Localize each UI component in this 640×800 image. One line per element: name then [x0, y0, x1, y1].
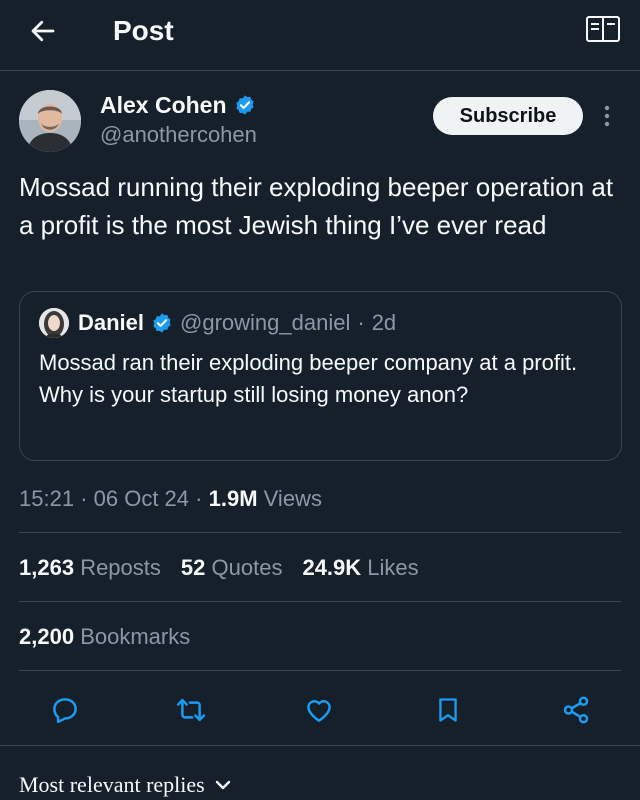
- quotes-label: Quotes: [211, 555, 283, 580]
- separator-dot: ·: [357, 310, 365, 335]
- chevron-down-icon: [215, 780, 230, 790]
- page-title: Post: [113, 15, 174, 46]
- reposts-stat[interactable]: 1,263 Reposts: [19, 553, 161, 583]
- author-name-text: Alex Cohen: [100, 92, 227, 118]
- quoted-post[interactable]: Daniel @growing_daniel · 2d Mossad ran t…: [19, 291, 622, 461]
- reposts-count: 1,263: [19, 555, 75, 580]
- action-bar: [0, 690, 640, 730]
- quoted-avatar-image: [39, 308, 69, 338]
- separator-dot: ·: [195, 486, 209, 511]
- bookmark-icon: [439, 698, 457, 722]
- quoted-author-name: Daniel: [78, 310, 145, 335]
- repost-icon: [176, 698, 206, 722]
- quotes-stat[interactable]: 52 Quotes: [181, 553, 283, 583]
- divider: [19, 670, 621, 671]
- top-bar: Post: [0, 0, 640, 71]
- author-avatar[interactable]: [19, 90, 81, 152]
- replies-sort-label: Most relevant replies: [19, 772, 205, 797]
- author-avatar-image: [19, 90, 81, 152]
- author-handle[interactable]: @anothercohen: [100, 121, 257, 149]
- divider: [19, 601, 621, 602]
- views-label[interactable]: Views: [264, 486, 322, 511]
- bookmarks-label: Bookmarks: [80, 624, 191, 649]
- like-icon: [307, 700, 331, 722]
- arrow-left-icon: [31, 20, 55, 42]
- like-button[interactable]: [299, 690, 339, 730]
- likes-count: 24.9K: [302, 555, 362, 580]
- post-text: Mossad running their exploding beeper op…: [19, 172, 614, 240]
- more-options-button[interactable]: [597, 100, 617, 132]
- back-button[interactable]: [26, 14, 60, 48]
- quoted-verified-badge-icon: [151, 312, 173, 334]
- likes-label: Likes: [367, 555, 419, 580]
- quoted-post-header: Daniel @growing_daniel · 2d: [78, 309, 396, 337]
- views-count[interactable]: 1.9M: [209, 486, 258, 511]
- reader-mode-button[interactable]: [584, 13, 622, 45]
- post-metadata: 15:21 · 06 Oct 24 · 1.9M Views: [19, 484, 322, 514]
- divider: [0, 745, 640, 746]
- quoted-author-avatar: [39, 308, 69, 338]
- repost-button[interactable]: [171, 690, 211, 730]
- verified-badge-icon: [234, 94, 256, 116]
- subscribe-button[interactable]: Subscribe: [433, 97, 583, 135]
- post-date: 06 Oct 24: [93, 486, 190, 511]
- bookmarks-count: 2,200: [19, 624, 75, 649]
- quoted-post-text: Mossad ran their exploding beeper compan…: [39, 350, 578, 407]
- quotes-count: 52: [180, 555, 206, 580]
- author-name[interactable]: Alex Cohen: [100, 91, 256, 119]
- separator-dot: ·: [80, 486, 94, 511]
- quoted-post-age: 2d: [371, 310, 397, 335]
- divider: [19, 532, 621, 533]
- likes-stat[interactable]: 24.9K Likes: [302, 553, 418, 583]
- reply-button[interactable]: [45, 690, 85, 730]
- bookmarks-stat[interactable]: 2,200 Bookmarks: [19, 622, 190, 652]
- reader-mode-icon: [586, 16, 620, 42]
- bookmark-button[interactable]: [428, 690, 468, 730]
- engagement-stats: 1,263 Reposts 52 Quotes 24.9K Likes: [19, 553, 419, 583]
- more-vertical-icon: [604, 105, 610, 127]
- reply-icon: [53, 698, 77, 724]
- quoted-author-handle: @growing_daniel: [180, 310, 351, 335]
- reposts-label: Reposts: [80, 555, 161, 580]
- share-icon: [563, 696, 589, 724]
- post-time: 15:21: [19, 486, 75, 511]
- bookmark-stats: 2,200 Bookmarks: [19, 622, 190, 652]
- replies-sort-dropdown[interactable]: Most relevant replies: [19, 770, 231, 800]
- share-button[interactable]: [556, 690, 596, 730]
